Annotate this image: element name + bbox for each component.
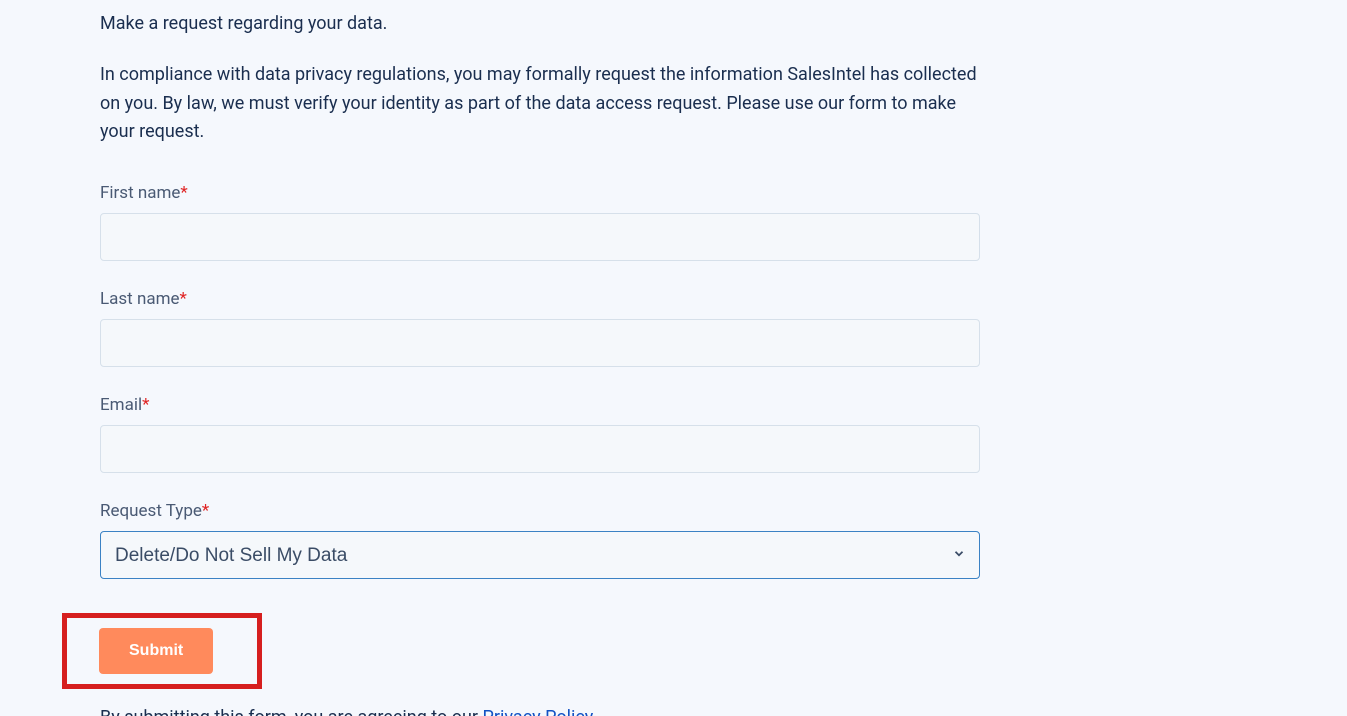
request-type-label: Request Type* [100,501,980,521]
first-name-input[interactable] [100,213,980,261]
consent-text: By submitting this form, you are agreein… [100,707,1000,716]
first-name-label: First name* [100,183,980,203]
email-input[interactable] [100,425,980,473]
last-name-group: Last name* [100,289,980,367]
first-name-group: First name* [100,183,980,261]
email-label: Email* [100,395,980,415]
last-name-label: Last name* [100,289,980,309]
first-name-label-text: First name [100,183,180,203]
request-type-select[interactable]: Delete/Do Not Sell My Data [100,531,980,579]
consent-prefix: By submitting this form, you are agreein… [100,707,482,716]
required-marker: * [142,395,149,415]
last-name-input[interactable] [100,319,980,367]
description-text: In compliance with data privacy regulati… [100,61,980,147]
request-type-group: Request Type* Delete/Do Not Sell My Data [100,501,980,579]
email-group: Email* [100,395,980,473]
required-marker: * [202,501,209,521]
required-marker: * [180,289,187,309]
last-name-label-text: Last name [100,289,180,309]
submit-button[interactable]: Submit [99,628,213,674]
intro-text: Make a request regarding your data. [100,10,980,39]
submit-highlight-box: Submit [62,613,262,689]
request-type-label-text: Request Type [100,501,202,521]
privacy-policy-link[interactable]: Privacy Policy. [482,707,597,716]
required-marker: * [180,183,187,203]
email-label-text: Email [100,395,142,415]
